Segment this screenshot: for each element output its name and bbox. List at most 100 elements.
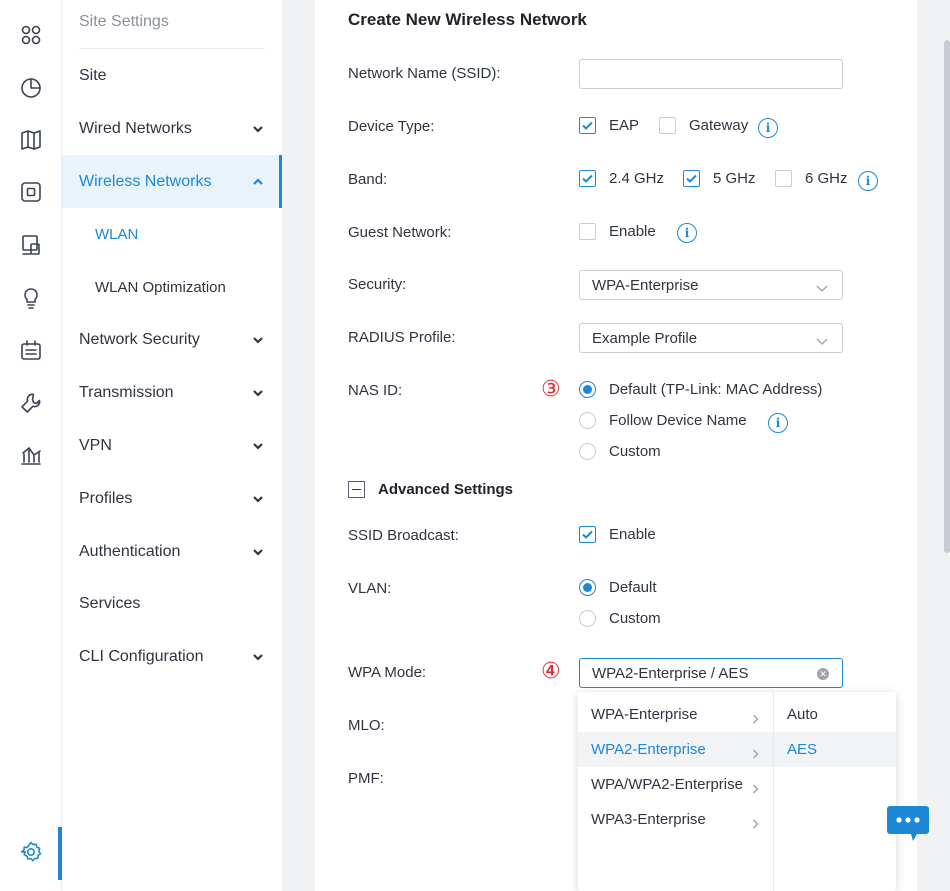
chevron-down-icon <box>252 545 264 557</box>
guest-network-checkbox[interactable]: Enable <box>579 223 656 240</box>
clear-icon[interactable]: ✕ <box>817 668 829 680</box>
dropdown-option-wpa3-enterprise[interactable]: WPA3-Enterprise <box>578 802 773 837</box>
device-type-eap-checkbox[interactable]: EAP <box>579 117 639 134</box>
nav-item-site[interactable]: Site <box>62 49 282 102</box>
nav-item-profiles[interactable]: Profiles <box>62 472 282 525</box>
info-icon[interactable]: i <box>677 223 697 243</box>
chevron-down-icon <box>252 439 264 451</box>
page-scrollbar[interactable] <box>944 40 950 553</box>
nav-item-cli-configuration[interactable]: CLI Configuration <box>62 630 282 683</box>
band-24-label: 2.4 GHz <box>609 170 665 187</box>
dropdown-option-auto[interactable]: Auto <box>774 697 896 732</box>
nav-item-wlan-optimization[interactable]: WLAN Optimization <box>62 261 282 314</box>
ssid-label: Network Name (SSID): <box>348 65 501 82</box>
vlan-custom-label: Custom <box>609 610 661 627</box>
ssid-broadcast-enable-label: Enable <box>609 526 656 543</box>
info-icon[interactable]: i <box>758 118 778 138</box>
insights-icon[interactable] <box>18 285 44 311</box>
security-select[interactable]: WPA-Enterprise <box>579 270 843 300</box>
nav-item-vpn[interactable]: VPN <box>62 419 282 472</box>
vlan-default-label: Default <box>609 579 657 596</box>
band-5-label: 5 GHz <box>713 170 756 187</box>
reports-icon[interactable] <box>18 443 44 469</box>
checkbox-unchecked[interactable] <box>659 117 676 134</box>
security-label: Security: <box>348 276 407 293</box>
chevron-down-icon <box>252 492 264 504</box>
nav-item-label: Transmission <box>79 383 174 401</box>
dropdown-option-wpa2-enterprise[interactable]: WPA2-Enterprise <box>578 732 773 767</box>
collapse-icon <box>348 481 365 498</box>
nav-item-services[interactable]: Services <box>62 577 282 630</box>
option-label: AES <box>787 741 818 758</box>
dropdown-option-wpa-wpa2-enterprise[interactable]: WPA/WPA2-Enterprise <box>578 767 773 802</box>
band-24ghz-checkbox[interactable]: 2.4 GHz <box>579 170 664 187</box>
dropdown-option-aes[interactable]: AES <box>774 732 896 767</box>
mlo-label: MLO: <box>348 717 385 734</box>
icon-rail <box>0 0 62 891</box>
checkbox-unchecked[interactable] <box>579 223 596 240</box>
security-value: WPA-Enterprise <box>592 276 699 294</box>
chevron-up-icon <box>252 175 264 187</box>
devices-icon[interactable] <box>18 179 44 205</box>
dashboard-icon[interactable] <box>18 22 44 48</box>
chat-icon[interactable] <box>887 804 929 842</box>
vlan-custom-radio[interactable]: Custom <box>579 610 661 627</box>
ssid-broadcast-label: SSID Broadcast: <box>348 527 459 544</box>
checkbox-checked[interactable] <box>579 117 596 134</box>
ssid-broadcast-checkbox[interactable]: Enable <box>579 526 656 543</box>
wpa-mode-select[interactable]: WPA2-Enterprise / AES ✕ <box>579 658 843 688</box>
nas-id-custom-radio[interactable]: Custom <box>579 443 661 460</box>
nas-id-custom-label: Custom <box>609 443 661 460</box>
statistics-icon[interactable] <box>18 75 44 101</box>
nav-item-wlan[interactable]: WLAN <box>62 208 282 261</box>
logs-icon[interactable] <box>18 338 44 364</box>
checkbox-checked[interactable] <box>579 526 596 543</box>
option-label: WPA2-Enterprise <box>591 741 706 758</box>
info-icon[interactable]: i <box>858 171 878 191</box>
wpa-mode-dropdown: WPA-Enterprise WPA2-Enterprise WPA/WPA2-… <box>578 692 896 891</box>
ssid-input[interactable] <box>579 59 843 89</box>
nas-id-default-radio[interactable]: Default (TP-Link: MAC Address) <box>579 381 822 398</box>
radio-selected[interactable] <box>579 381 596 398</box>
chevron-down-icon <box>252 333 264 345</box>
guest-network-label: Guest Network: <box>348 224 452 241</box>
gateway-label: Gateway <box>689 117 749 134</box>
nav-item-wireless-networks[interactable]: Wireless Networks <box>62 155 282 208</box>
nav-item-label: Network Security <box>79 330 200 348</box>
chevron-down-icon <box>252 386 264 398</box>
checkbox-unchecked[interactable] <box>775 170 792 187</box>
advanced-settings-toggle[interactable]: Advanced Settings <box>348 481 513 498</box>
chevron-down-icon <box>252 650 264 662</box>
nav-item-network-security[interactable]: Network Security <box>62 313 282 366</box>
radio-selected[interactable] <box>579 579 596 596</box>
chevron-right-icon <box>752 781 759 794</box>
info-icon[interactable]: i <box>768 413 788 433</box>
nav-item-label: WLAN Optimization <box>95 279 226 296</box>
settings-icon[interactable] <box>18 839 44 865</box>
dropdown-option-wpa-enterprise[interactable]: WPA-Enterprise <box>578 697 773 732</box>
tools-icon[interactable] <box>18 390 44 416</box>
map-icon[interactable] <box>18 127 44 153</box>
nav-item-wired-networks[interactable]: Wired Networks <box>62 102 282 155</box>
clients-icon[interactable] <box>18 232 44 258</box>
radio-unselected[interactable] <box>579 412 596 429</box>
band-6ghz-checkbox[interactable]: 6 GHz <box>775 170 848 187</box>
checkbox-checked[interactable] <box>683 170 700 187</box>
radio-unselected[interactable] <box>579 610 596 627</box>
nav-item-label: VPN <box>79 436 112 454</box>
eap-label: EAP <box>609 117 640 134</box>
nas-id-follow-device-radio[interactable]: Follow Device Name <box>579 412 747 429</box>
radio-unselected[interactable] <box>579 443 596 460</box>
nas-id-follow-label: Follow Device Name <box>609 412 747 429</box>
band-5ghz-checkbox[interactable]: 5 GHz <box>683 170 756 187</box>
checkbox-checked[interactable] <box>579 170 596 187</box>
nav-item-transmission[interactable]: Transmission <box>62 366 282 419</box>
nav-item-authentication[interactable]: Authentication <box>62 525 282 578</box>
vlan-default-radio[interactable]: Default <box>579 579 657 596</box>
device-type-gateway-checkbox[interactable]: Gateway <box>659 117 748 134</box>
wpa-mode-label: WPA Mode: <box>348 664 427 681</box>
band-label: Band: <box>348 171 388 188</box>
nas-id-default-label: Default (TP-Link: MAC Address) <box>609 381 823 398</box>
radius-profile-select[interactable]: Example Profile <box>579 323 843 353</box>
guest-enable-label: Enable <box>609 223 656 240</box>
